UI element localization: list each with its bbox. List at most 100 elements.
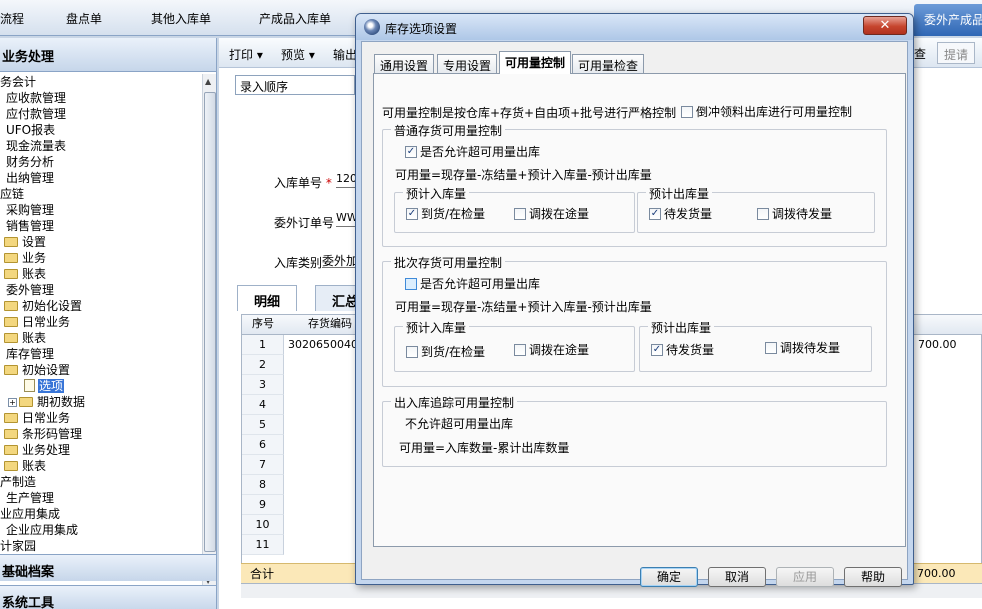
tree-item-options[interactable]: 选项 <box>24 378 65 394</box>
tree-item[interactable]: 企业应用集成 <box>6 522 78 538</box>
tree-item[interactable]: 生产管理 <box>6 490 54 506</box>
ok-button[interactable]: 确定 <box>640 567 698 587</box>
batch-allow-exceed-checkbox[interactable]: 是否允许超可用量出库 <box>405 277 540 291</box>
checkbox-icon[interactable] <box>514 343 526 356</box>
tab-general-settings[interactable]: 通用设置 <box>374 54 435 74</box>
tree-folder-business[interactable]: 业务 <box>4 250 46 266</box>
tree-item[interactable]: 生产制造 <box>0 474 36 490</box>
tree-folder-barcode[interactable]: 条形码管理 <box>4 426 82 442</box>
tree-item[interactable]: 委外管理 <box>6 282 54 298</box>
tree-item[interactable]: 销售管理 <box>6 218 54 234</box>
batch-pending-shipment-checkbox[interactable]: ✓ 待发货量 <box>651 343 714 357</box>
tree-folder-opening-data[interactable]: + 期初数据 <box>8 394 85 410</box>
scroll-thumb[interactable] <box>204 92 216 552</box>
tree-item[interactable]: 应付款管理 <box>6 106 66 122</box>
preview-button[interactable]: 预览 ▾ <box>281 46 315 63</box>
check-mark-icon[interactable]: ✓ <box>649 207 661 220</box>
nav-section-basic-archives[interactable]: 基础档案 <box>0 554 216 581</box>
help-button[interactable]: 帮助 <box>844 567 902 587</box>
tree-item[interactable]: 现金流量表 <box>6 138 66 154</box>
column-seq[interactable]: 序号 <box>252 314 274 334</box>
row-number[interactable]: 4 <box>242 395 284 415</box>
row-number[interactable]: 10 <box>242 515 284 535</box>
cancel-button[interactable]: 取消 <box>708 567 766 587</box>
inbound-no-field[interactable]: 120 <box>336 172 357 188</box>
backflush-control-checkbox[interactable]: 倒冲领料出库进行可用量控制 <box>681 105 852 119</box>
tree-folder-reports[interactable]: 账表 <box>4 458 46 474</box>
tree-folder-daily[interactable]: 日常业务 <box>4 410 70 426</box>
checkbox-icon[interactable] <box>406 345 418 358</box>
check-mark-icon[interactable]: ✓ <box>405 145 417 158</box>
column-item-code[interactable]: 存货编码 <box>308 314 352 334</box>
row-number[interactable]: 8 <box>242 475 284 495</box>
tab-other-inbound[interactable]: 其他入库单 <box>151 10 211 27</box>
tree-folder-reports[interactable]: 账表 <box>4 330 46 346</box>
tree-folder-reports[interactable]: 账表 <box>4 266 46 282</box>
normal-arrived-inspect-checkbox[interactable]: ✓ 到货/在检量 <box>406 207 485 221</box>
tab-special-settings[interactable]: 专用设置 <box>437 54 498 74</box>
outsource-order-no-field[interactable]: WW2 <box>336 211 365 227</box>
tree-folder-init[interactable]: 初始设置 <box>4 362 70 378</box>
row-number[interactable]: 1 <box>242 335 284 355</box>
row-number[interactable]: 3 <box>242 375 284 395</box>
tab-finished-goods-inbound[interactable]: 产成品入库单 <box>259 10 331 27</box>
output-button[interactable]: 输出 <box>333 46 357 63</box>
check-mark-icon[interactable]: ✓ <box>406 207 418 220</box>
checkbox-icon[interactable] <box>681 105 693 118</box>
tree-item[interactable]: 财务会计 <box>0 74 36 90</box>
row1-amount[interactable]: 700.00 <box>918 335 957 355</box>
row-number[interactable]: 2 <box>242 355 284 375</box>
tree-item[interactable]: 应收款管理 <box>6 90 66 106</box>
tree-folder-settings[interactable]: 设置 <box>4 234 46 250</box>
print-button[interactable]: 打印 ▾ <box>229 46 263 63</box>
row-number[interactable]: 6 <box>242 435 284 455</box>
batch-transfer-in-transit-checkbox[interactable]: 调拨在途量 <box>514 343 589 357</box>
checkbox-icon[interactable] <box>514 207 526 220</box>
tree-item[interactable]: 采购管理 <box>6 202 54 218</box>
normal-transfer-in-transit-checkbox[interactable]: 调拨在途量 <box>514 207 589 221</box>
tree-folder-daily[interactable]: 日常业务 <box>4 314 70 330</box>
normal-pending-shipment-checkbox[interactable]: ✓ 待发货量 <box>649 207 712 221</box>
tree-item[interactable]: 会计家园 <box>0 538 36 554</box>
row-number[interactable]: 11 <box>242 535 284 555</box>
row-number[interactable]: 5 <box>242 415 284 435</box>
tab-outsourced-finished-goods[interactable]: 委外产成品 <box>914 4 982 36</box>
checkbox-icon[interactable] <box>757 207 769 220</box>
tree-folder-init-settings[interactable]: 初始化设置 <box>4 298 82 314</box>
tab-process[interactable]: 流程 <box>0 10 24 27</box>
tree-item[interactable]: 供应链 <box>0 186 24 202</box>
checkbox-icon[interactable] <box>405 277 417 290</box>
tree-item[interactable]: UFO报表 <box>6 122 55 138</box>
tab-availability-check[interactable]: 可用量检查 <box>572 54 645 74</box>
nav-section-system-tools[interactable]: 系统工具 <box>0 585 216 609</box>
normal-allow-exceed-checkbox[interactable]: ✓ 是否允许超可用量出库 <box>405 145 540 159</box>
expand-icon[interactable]: + <box>8 398 17 407</box>
row-number[interactable]: 9 <box>242 495 284 515</box>
submit-button[interactable]: 提请 <box>937 42 976 64</box>
control-basis-note: 可用量控制是按仓库+存货+自由项+批号进行严格控制 <box>382 106 677 120</box>
tree-item[interactable]: 财务分析 <box>6 154 54 170</box>
order-select[interactable]: 录入顺序 <box>235 75 355 95</box>
inbound-type-field[interactable]: 委外加 <box>322 252 358 268</box>
tree-item[interactable]: 企业应用集成 <box>0 506 60 522</box>
batch-arrived-inspect-checkbox[interactable]: 到货/在检量 <box>406 345 485 359</box>
checkbox-icon[interactable] <box>765 341 777 354</box>
tab-stocktake[interactable]: 盘点单 <box>66 10 102 27</box>
batch-transfer-pending-checkbox[interactable]: 调拨待发量 <box>765 341 840 355</box>
nav-header[interactable]: 业务处理 <box>0 38 216 72</box>
tree-folder-processing[interactable]: 业务处理 <box>4 442 70 458</box>
group-title: 批次存货可用量控制 <box>391 254 506 271</box>
tree-item[interactable]: 出纳管理 <box>6 170 54 186</box>
tab-availability-control[interactable]: 可用量控制 <box>499 51 572 74</box>
scroll-up-icon[interactable]: ▲ <box>205 77 211 86</box>
apply-button[interactable]: 应用 <box>776 567 834 587</box>
normal-transfer-pending-checkbox[interactable]: 调拨待发量 <box>757 207 832 221</box>
tab-detail[interactable]: 明细 <box>237 285 298 311</box>
dialog-titlebar[interactable]: 库存选项设置 ✕ <box>356 14 913 40</box>
check-mark-icon[interactable]: ✓ <box>651 343 663 356</box>
tree-item[interactable]: 库存管理 <box>6 346 54 362</box>
close-button[interactable]: ✕ <box>863 16 907 35</box>
nav-scrollbar[interactable]: ▲ ▼ <box>202 74 216 590</box>
row-number[interactable]: 7 <box>242 455 284 475</box>
row1-item-code[interactable]: 30206500401 <box>288 335 365 355</box>
